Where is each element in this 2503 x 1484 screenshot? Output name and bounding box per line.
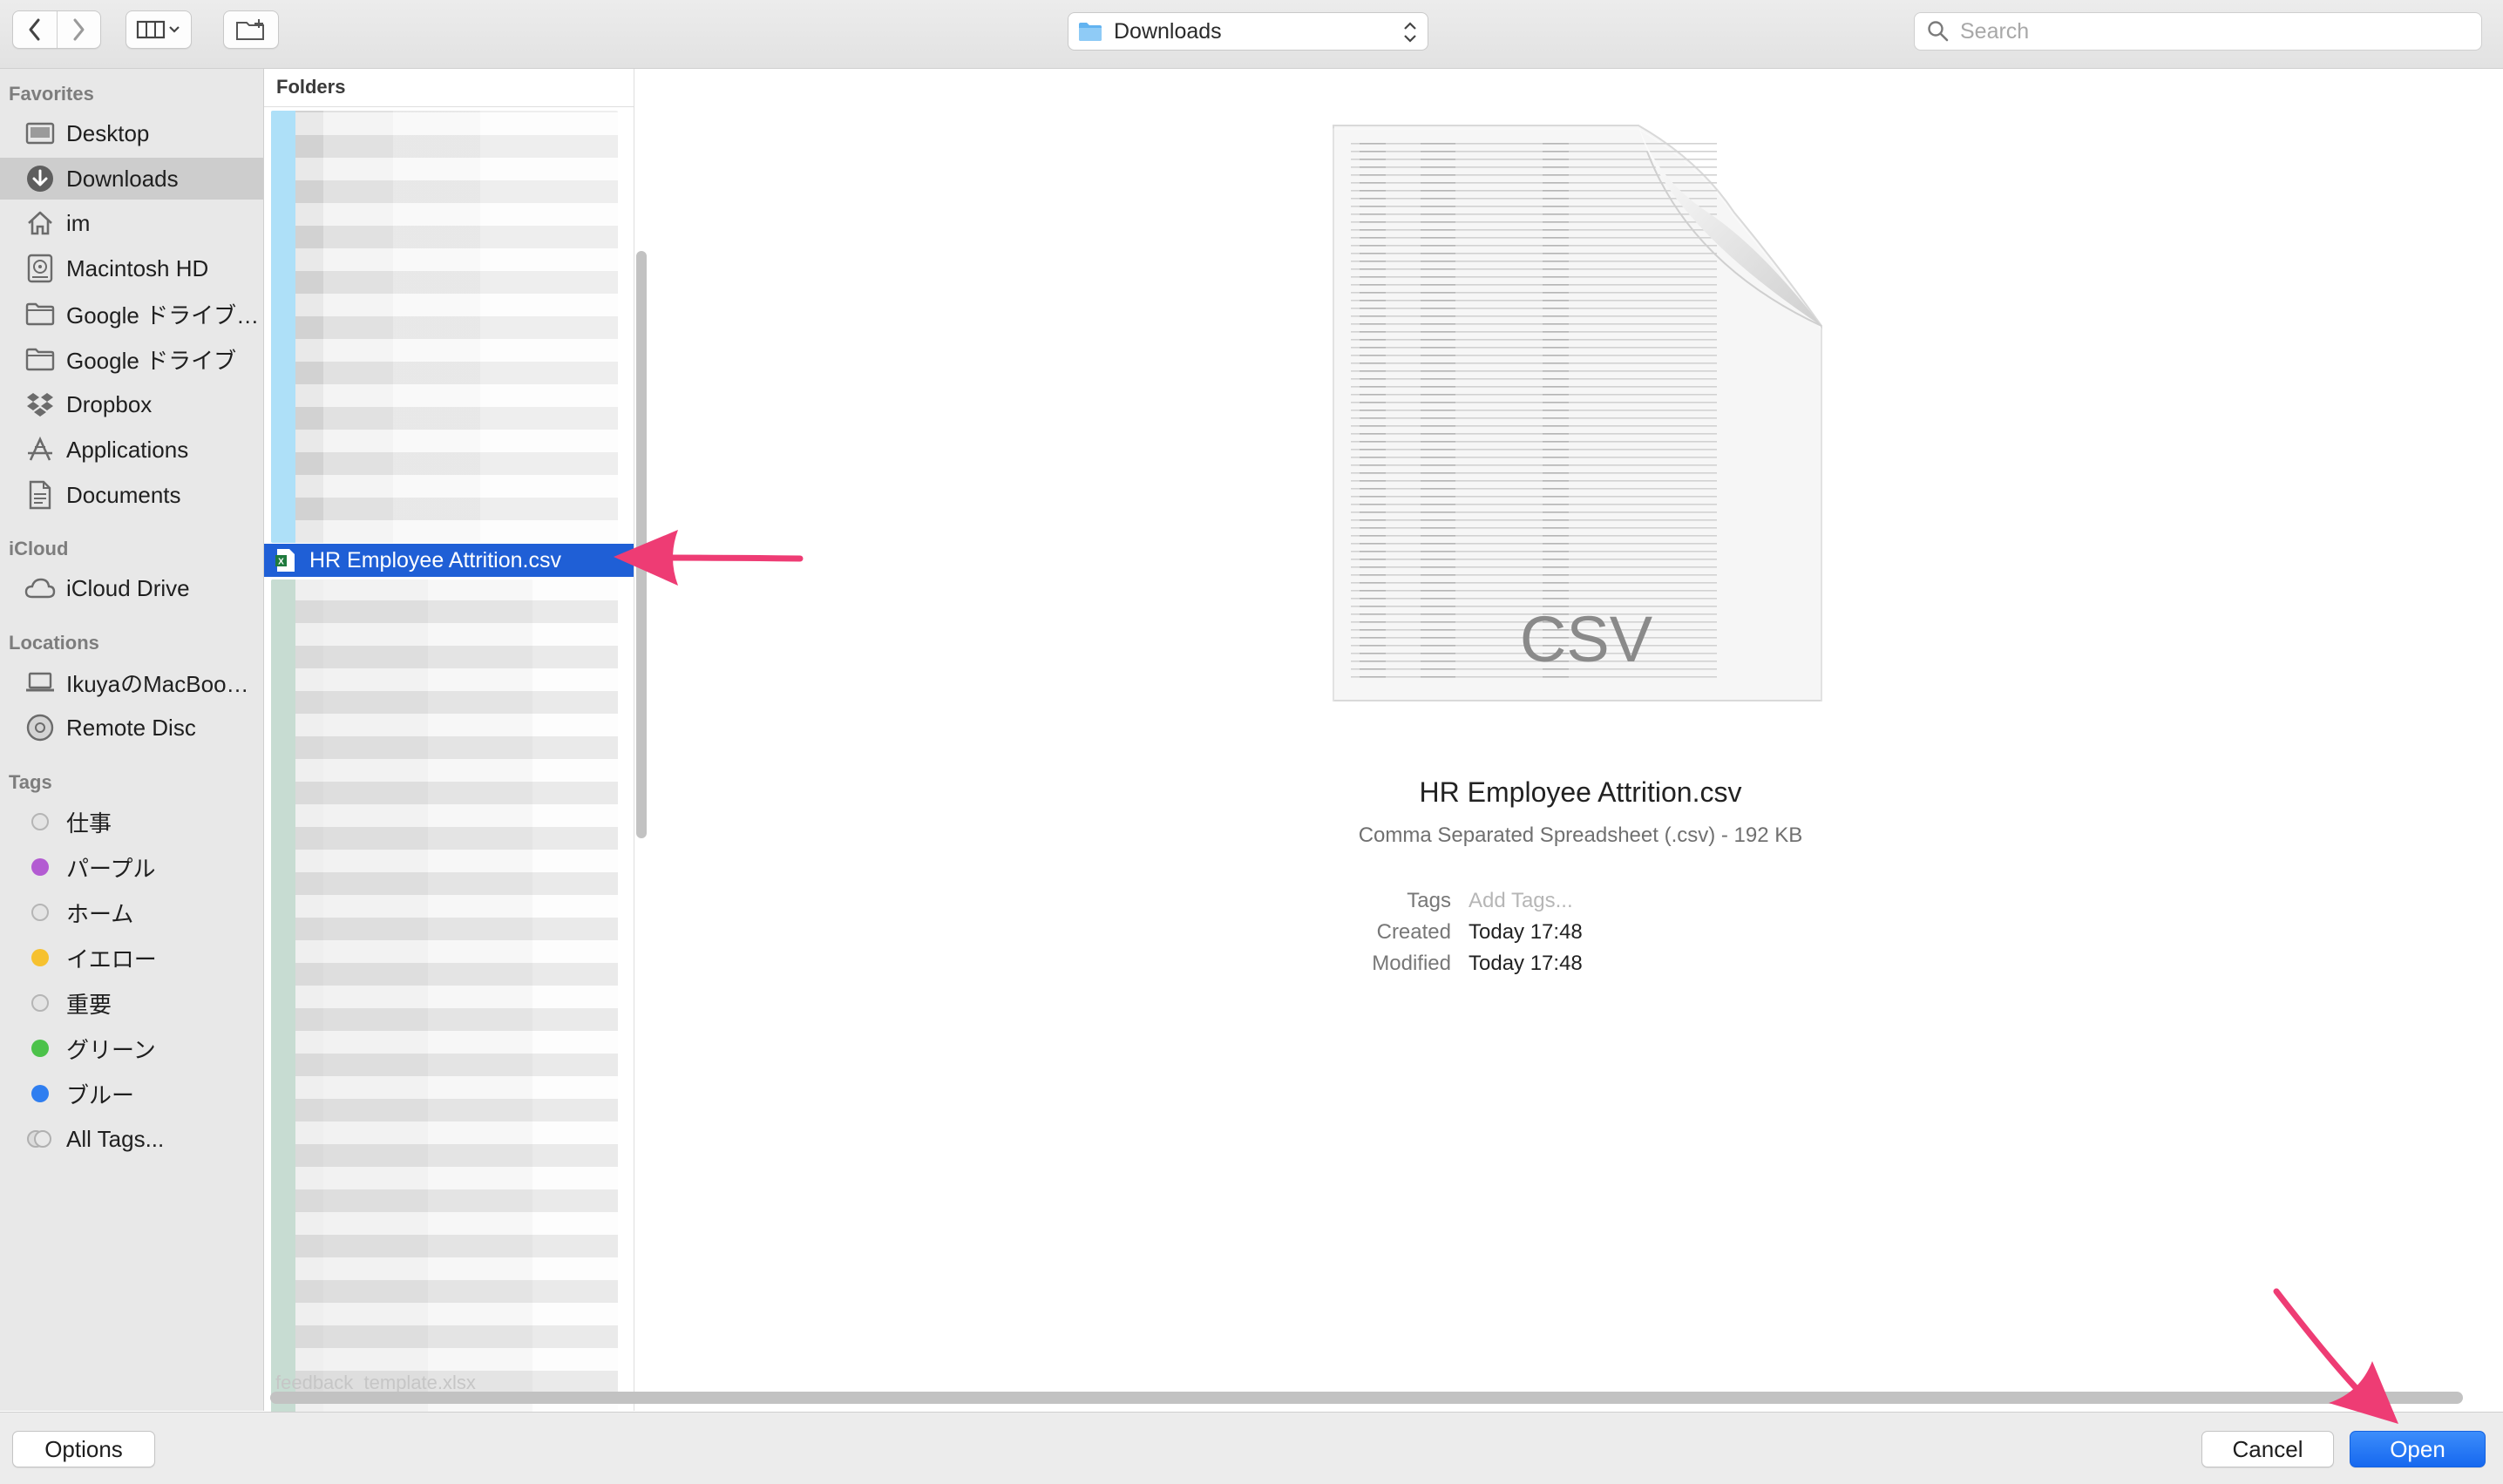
sidebar-tag-yellow[interactable]: イエロー: [0, 937, 263, 979]
search-field[interactable]: [1914, 12, 2482, 51]
sidebar-tag-green[interactable]: グリーン: [0, 1027, 263, 1069]
add-tags-field[interactable]: Add Tags...: [1469, 889, 1573, 913]
sidebar-item-home[interactable]: im: [0, 202, 263, 244]
cloud-icon: [24, 573, 56, 604]
sidebar-item-remote-disc[interactable]: Remote Disc: [0, 707, 263, 749]
back-button[interactable]: [13, 11, 57, 48]
column-header: Folders: [264, 69, 634, 107]
excel-file-icon: X: [275, 549, 295, 572]
modified-value: Today 17:48: [1469, 952, 1583, 975]
bottom-bar: Options Cancel Open: [0, 1412, 2503, 1484]
sidebar-item-google-drive-2[interactable]: Google ドライブ: [0, 338, 263, 380]
sidebar-tag-important[interactable]: 重要: [0, 982, 263, 1024]
svg-text:X: X: [278, 558, 284, 567]
chevron-left-icon: [29, 18, 40, 41]
vertical-scrollbar[interactable]: [636, 251, 647, 838]
downloads-icon: [24, 163, 56, 194]
tags-label: Tags: [1407, 889, 1451, 912]
laptop-icon: [24, 667, 56, 698]
preview-file-meta: Comma Separated Spreadsheet (.csv) - 192…: [1358, 823, 1803, 847]
sidebar-item-icloud-drive[interactable]: iCloud Drive: [0, 567, 263, 609]
sidebar-item-documents[interactable]: Documents: [0, 474, 263, 516]
csv-badge-text: CSV: [1520, 603, 1653, 675]
documents-icon: [24, 479, 56, 511]
all-tags-icon: [24, 1123, 56, 1155]
created-value: Today 17:48: [1469, 920, 1583, 944]
horizontal-scrollbar[interactable]: [270, 1392, 2463, 1404]
tag-color-dot: [31, 949, 49, 966]
options-button[interactable]: Options: [12, 1431, 155, 1467]
folder-icon: [24, 298, 56, 329]
location-label: Downloads: [1114, 18, 1222, 44]
tag-color-dot: [31, 904, 49, 921]
navigation-buttons: [12, 10, 101, 49]
toolbar: Downloads: [0, 0, 2503, 69]
disc-icon: [24, 712, 56, 743]
preview-pane: CSV HR Employee Attrition.csv Comma Sepa…: [658, 69, 2503, 1393]
favorites-section-title: Favorites: [9, 83, 94, 105]
location-popup[interactable]: Downloads: [1068, 12, 1428, 51]
tag-color-dot: [31, 994, 49, 1012]
sidebar-item-macintosh-hd[interactable]: Macintosh HD: [0, 247, 263, 289]
created-label: Created: [1376, 920, 1451, 944]
blurred-file-list-top: [271, 111, 618, 543]
file-browser-column: Folders X HR Employee Attrition.csv: [264, 69, 634, 1416]
sidebar-tag-home[interactable]: ホーム: [0, 891, 263, 933]
search-input[interactable]: [1958, 17, 2450, 45]
view-mode-button[interactable]: [125, 10, 192, 49]
preview-file-name: HR Employee Attrition.csv: [1419, 776, 1742, 808]
updown-chevron-icon: [1404, 22, 1416, 43]
sidebar-tag-blue[interactable]: ブルー: [0, 1073, 263, 1115]
cancel-button[interactable]: Cancel: [2201, 1431, 2334, 1467]
file-row-selected[interactable]: X HR Employee Attrition.csv: [264, 544, 634, 577]
desktop-icon: [24, 118, 56, 149]
harddisk-icon: [24, 253, 56, 284]
new-folder-button[interactable]: [223, 10, 279, 49]
tag-color-dot: [31, 1040, 49, 1057]
modified-label: Modified: [1372, 952, 1451, 975]
new-folder-icon: [236, 19, 264, 40]
tags-section-title: Tags: [9, 771, 52, 793]
sidebar: Favorites Desktop Downloads im Macintosh…: [0, 69, 264, 1411]
sidebar-item-google-drive-1[interactable]: Google ドライブ…: [0, 293, 263, 335]
dropbox-icon: [24, 389, 56, 420]
folder-icon: [1079, 23, 1102, 41]
home-icon: [24, 207, 56, 239]
applications-icon: [24, 434, 56, 465]
sidebar-tag-all-tags[interactable]: All Tags...: [0, 1118, 263, 1160]
folder-icon: [24, 343, 56, 375]
sidebar-item-dropbox[interactable]: Dropbox: [0, 383, 263, 425]
sidebar-tag-purple[interactable]: パープル: [0, 846, 263, 888]
columns-view-icon: [136, 20, 180, 39]
locations-section-title: Locations: [9, 632, 99, 654]
selected-file-name: HR Employee Attrition.csv: [309, 547, 561, 573]
sidebar-item-macbook[interactable]: IkuyaのMacBoo…: [0, 661, 263, 703]
tag-color-dot: [31, 813, 49, 830]
blurred-file-list-bottom: [271, 579, 618, 1416]
sidebar-item-desktop[interactable]: Desktop: [0, 112, 263, 154]
sidebar-item-downloads[interactable]: Downloads: [0, 158, 263, 200]
tag-color-dot: [31, 1085, 49, 1102]
tag-color-dot: [31, 858, 49, 876]
forward-button[interactable]: [56, 11, 101, 48]
search-icon: [1928, 21, 1949, 42]
icloud-section-title: iCloud: [9, 538, 69, 559]
open-button[interactable]: Open: [2350, 1431, 2486, 1467]
sidebar-tag-work[interactable]: 仕事: [0, 801, 263, 843]
sidebar-item-applications[interactable]: Applications: [0, 429, 263, 471]
chevron-right-icon: [73, 18, 85, 41]
csv-document-icon: CSV: [1333, 125, 1822, 705]
